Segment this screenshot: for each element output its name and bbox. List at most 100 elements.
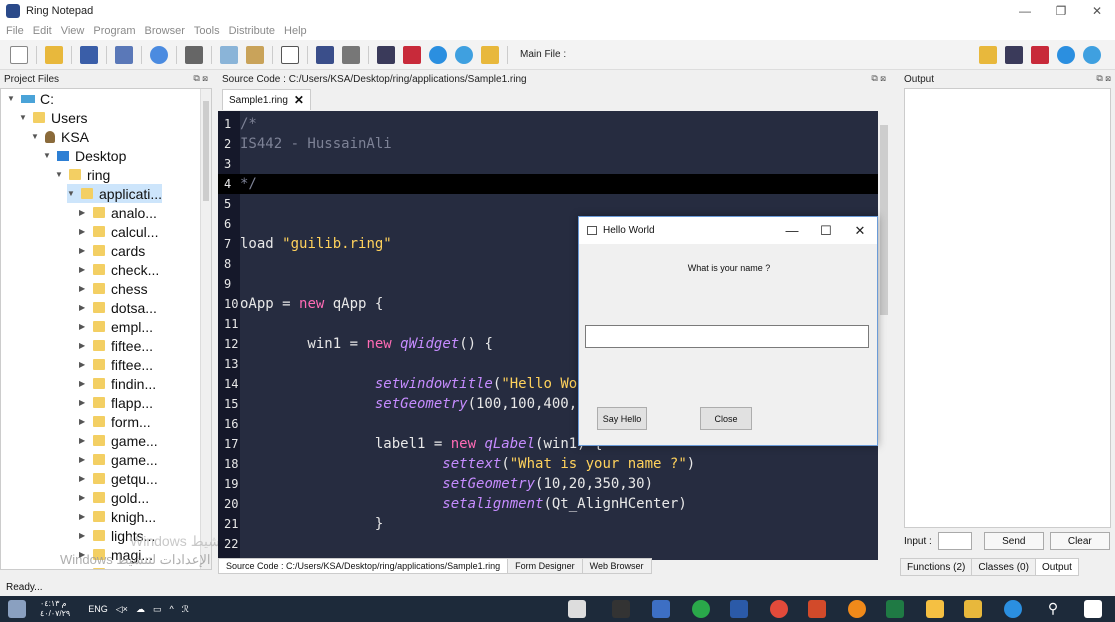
expand-right-icon[interactable]: ▶	[79, 436, 89, 445]
expand-right-icon[interactable]: ▶	[79, 246, 89, 255]
windows-start-icon[interactable]	[8, 600, 26, 618]
tab-output[interactable]: Output	[1034, 558, 1079, 576]
tab-classes[interactable]: Classes (0)	[971, 558, 1036, 576]
tree-item[interactable]: ▶ findin...	[79, 374, 156, 393]
tree-item[interactable]: ▶ dotsa...	[79, 298, 157, 317]
open-folder-icon[interactable]	[979, 46, 997, 64]
tree-item[interactable]: ▼ ring	[55, 165, 110, 184]
tree-item[interactable]: ▼ Desktop	[43, 146, 126, 165]
expand-right-icon[interactable]: ▶	[79, 227, 89, 236]
code-line[interactable]: 3	[218, 154, 878, 174]
expand-right-icon[interactable]: ▶	[79, 398, 89, 407]
search-icon[interactable]: ⚲	[1044, 600, 1062, 618]
menu-tools[interactable]: Tools	[194, 25, 220, 37]
editor-scrollbar[interactable]	[878, 111, 890, 560]
store-icon[interactable]	[926, 600, 944, 618]
notifications-icon[interactable]	[1084, 600, 1102, 618]
language-indicator[interactable]: ENG	[88, 604, 108, 614]
code-line[interactable]: 2 IS442 - HussainAli	[218, 134, 878, 154]
volume-icon[interactable]: ◁×	[116, 604, 128, 615]
menu-view[interactable]: View	[61, 25, 85, 37]
excel-icon[interactable]	[886, 600, 904, 618]
expand-right-icon[interactable]: ▶	[79, 569, 89, 570]
tree-item[interactable]: ▶ fiftee...	[79, 336, 153, 355]
tree-item[interactable]: ▶ analo...	[79, 203, 157, 222]
menu-program[interactable]: Program	[93, 25, 135, 37]
color-icon[interactable]	[316, 45, 334, 64]
tree-item[interactable]: ▶ getqu...	[79, 469, 158, 488]
paste-icon[interactable]	[246, 45, 264, 64]
run-icon[interactable]	[1057, 46, 1075, 64]
expand-right-icon[interactable]: ▶	[79, 303, 89, 312]
expand-right-icon[interactable]: ▶	[79, 208, 89, 217]
powerpoint-icon[interactable]	[808, 600, 826, 618]
say-hello-button[interactable]: Say Hello	[597, 407, 647, 430]
expand-down-icon[interactable]: ▼	[31, 132, 41, 141]
menu-distribute[interactable]: Distribute	[229, 25, 275, 37]
tree-item[interactable]: ▶ knigh...	[79, 507, 156, 526]
code-line[interactable]: 19 setGeometry(10,20,350,30)	[218, 474, 878, 494]
expand-down-icon[interactable]: ▼	[67, 189, 77, 198]
expand-right-icon[interactable]: ▶	[79, 265, 89, 274]
minimize-button[interactable]: —	[1007, 0, 1043, 22]
code-line[interactable]: 5	[218, 194, 878, 214]
tree-item[interactable]: ▼ C:	[7, 89, 54, 108]
undo-icon[interactable]	[150, 45, 168, 64]
tab-functions[interactable]: Functions (2)	[900, 558, 973, 576]
name-input[interactable]	[585, 325, 869, 348]
output-input-field[interactable]	[937, 532, 972, 550]
tree-item[interactable]: ▶ calcul...	[79, 222, 158, 241]
editor-tab[interactable]: Sample1.ring ✕	[222, 89, 311, 110]
tree-item[interactable]: ▶ cards	[79, 241, 145, 260]
tree-item[interactable]: ▶ form...	[79, 412, 151, 431]
expand-down-icon[interactable]: ▼	[55, 170, 65, 179]
panel-float-close-icons[interactable]: ⧉ ⊠	[1096, 73, 1111, 84]
maximize-button[interactable]: ☐	[809, 217, 843, 244]
expand-right-icon[interactable]: ▶	[79, 493, 89, 502]
copy-icon[interactable]	[220, 45, 238, 64]
file-explorer-icon[interactable]	[964, 600, 982, 618]
tree-item[interactable]: ▶ gold...	[79, 488, 149, 507]
run-icon[interactable]	[429, 45, 447, 64]
tab-web-browser[interactable]: Web Browser	[581, 558, 652, 574]
code-line[interactable]: 1 /*	[218, 114, 878, 134]
code-line[interactable]: 22	[218, 534, 878, 554]
code-line[interactable]: 4 */	[218, 174, 878, 194]
app-icon[interactable]	[652, 600, 670, 618]
browser-icon[interactable]	[1083, 46, 1101, 64]
debug-icon[interactable]	[1005, 46, 1023, 64]
tree-item[interactable]: ▶ game...	[79, 450, 158, 469]
clear-button[interactable]: Clear	[1049, 532, 1110, 550]
expand-right-icon[interactable]: ▶	[79, 417, 89, 426]
tree-item[interactable]: ▶ empl...	[79, 317, 153, 336]
tab-source-code[interactable]: Source Code : C:/Users/KSA/Desktop/ring/…	[218, 558, 509, 574]
menu-edit[interactable]: Edit	[33, 25, 52, 37]
print-icon[interactable]	[342, 45, 360, 64]
close-dialog-button[interactable]: Close	[700, 407, 752, 430]
tree-item[interactable]: ▶ flapp...	[79, 393, 153, 412]
save-icon[interactable]	[80, 45, 98, 64]
output-area[interactable]	[904, 88, 1111, 528]
close-button[interactable]: ✕	[1079, 0, 1115, 22]
expand-right-icon[interactable]: ▶	[79, 531, 89, 540]
debug-icon[interactable]	[377, 45, 395, 64]
clock[interactable]: م ٠٤:١٣ ٤٠/٠٧/٢٩	[40, 599, 78, 619]
hello-window-titlebar[interactable]: Hello World — ☐ ✕	[579, 217, 877, 244]
tree-item[interactable]: ▶ check...	[79, 260, 159, 279]
panel-float-close-icons[interactable]: ⧉ ⊠	[193, 73, 208, 84]
expand-right-icon[interactable]: ▶	[79, 379, 89, 388]
save-as-icon[interactable]	[115, 45, 133, 64]
code-line[interactable]: 18 settext("What is your name ?")	[218, 454, 878, 474]
expand-right-icon[interactable]: ▶	[79, 284, 89, 293]
battery-icon[interactable]: ▭	[153, 604, 162, 615]
maximize-button[interactable]: ❐	[1043, 0, 1079, 22]
browser-icon[interactable]	[455, 45, 473, 64]
terminal-icon[interactable]	[612, 600, 630, 618]
expand-right-icon[interactable]: ▶	[79, 512, 89, 521]
close-button[interactable]: ✕	[843, 217, 877, 244]
menu-browser[interactable]: Browser	[145, 25, 185, 37]
menu-file[interactable]: File	[6, 25, 24, 37]
firefox-icon[interactable]	[848, 600, 866, 618]
expand-right-icon[interactable]: ▶	[79, 322, 89, 331]
panel-float-close-icons[interactable]: ⧉ ⊠	[871, 73, 886, 84]
